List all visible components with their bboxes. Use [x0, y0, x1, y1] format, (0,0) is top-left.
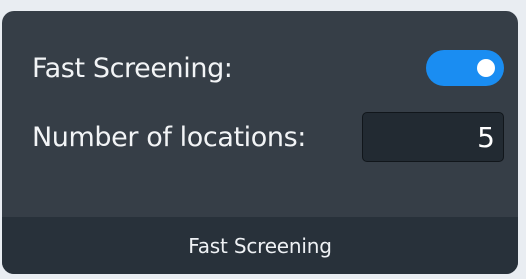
fast-screening-toggle[interactable]: [426, 50, 504, 86]
toggle-knob: [477, 59, 495, 77]
fast-screening-panel: Fast Screening: Number of locations: Fas…: [2, 11, 518, 274]
panel-title: Fast Screening: [188, 233, 332, 258]
panel-footer: Fast Screening: [2, 217, 518, 274]
number-of-locations-input[interactable]: [362, 112, 504, 162]
fast-screening-label: Fast Screening:: [32, 52, 233, 84]
number-of-locations-label: Number of locations:: [32, 121, 306, 153]
number-of-locations-row: Number of locations:: [32, 110, 504, 164]
fast-screening-row: Fast Screening:: [32, 43, 504, 93]
